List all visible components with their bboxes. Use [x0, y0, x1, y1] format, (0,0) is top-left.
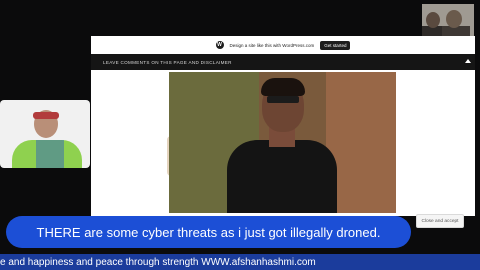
caption-banner: THERE are some cyber threats as i just g… — [6, 216, 411, 248]
news-ticker: e and happiness and peace through streng… — [0, 254, 480, 270]
wordpress-logo-icon: W — [215, 41, 224, 49]
wordpress-promo-bar: W Design a site like this with WordPress… — [91, 36, 475, 54]
ticker-text: e and happiness and peace through streng… — [0, 256, 316, 268]
nav-item-comments-disclaimer[interactable]: LEAVE COMMENTS ON THIS PAGE AND DISCLAIM… — [103, 60, 232, 65]
wordpress-promo-text: Design a site like this with WordPress.c… — [229, 42, 315, 48]
photo-person-sunglasses — [267, 96, 299, 103]
webcam-thumbnail-left — [0, 100, 90, 168]
photo-person-hair — [261, 78, 305, 96]
photo-person-body — [227, 140, 337, 213]
person-2-head — [446, 10, 462, 28]
get-started-button[interactable]: Get started — [320, 40, 351, 50]
featured-photo — [169, 72, 396, 213]
caption-text: THERE are some cyber threats as i just g… — [36, 224, 381, 240]
person-1-head — [426, 12, 440, 28]
shared-webpage: W Design a site like this with WordPress… — [91, 36, 475, 228]
headband — [33, 112, 59, 119]
scroll-up-icon[interactable] — [465, 59, 471, 63]
close-and-accept-button[interactable]: Close and accept — [416, 214, 464, 228]
person-shirt — [36, 140, 64, 168]
site-navigation: LEAVE COMMENTS ON THIS PAGE AND DISCLAIM… — [91, 54, 475, 70]
